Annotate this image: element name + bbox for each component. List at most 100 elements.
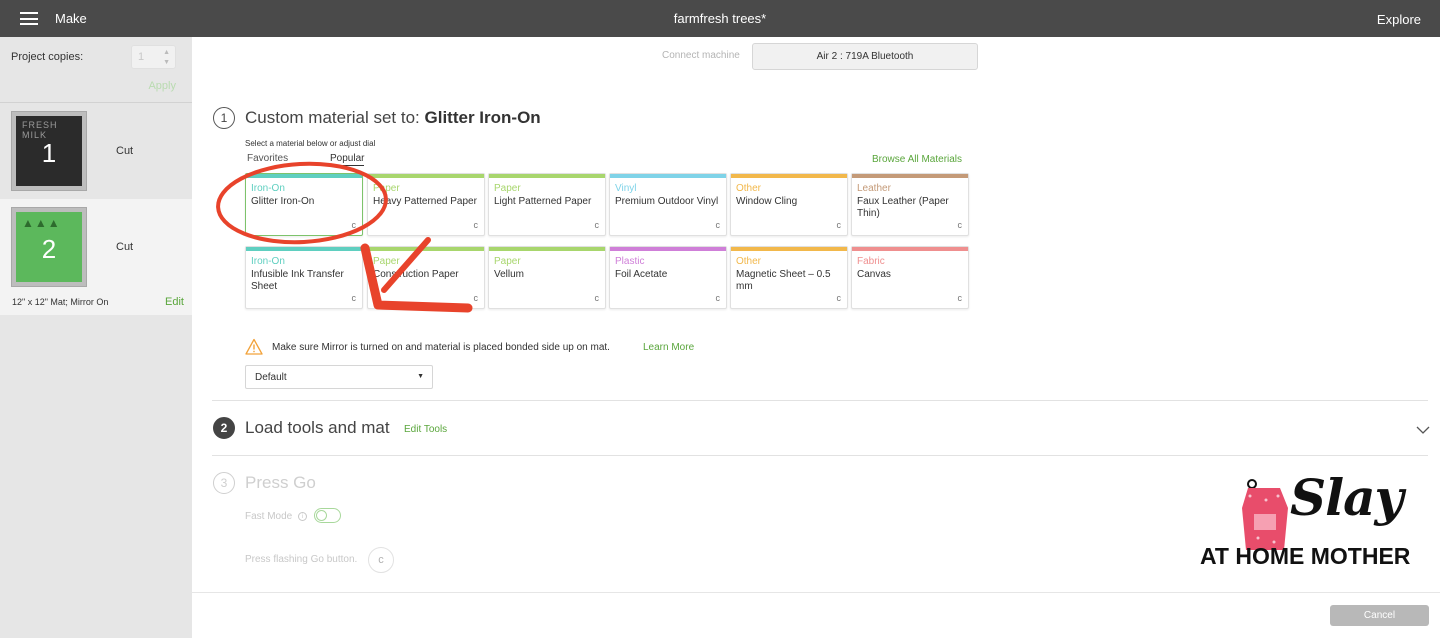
- material-hint: Select a material below or adjust dial: [245, 139, 376, 148]
- material-name: Premium Outdoor Vinyl: [615, 196, 719, 207]
- press-go-instruction: Press flashing Go button.: [245, 554, 358, 565]
- toggle-knob: [316, 510, 327, 521]
- chevron-down-icon[interactable]: [1416, 424, 1430, 436]
- cricut-material-icon: c: [957, 220, 963, 230]
- mat-edit-link[interactable]: Edit: [165, 296, 184, 308]
- material-name: Faux Leather (Paper Thin): [857, 196, 949, 219]
- material-category: Paper: [373, 183, 400, 194]
- material-category-bar: [731, 174, 847, 178]
- stepper-up-icon[interactable]: ▲: [163, 49, 170, 56]
- material-name: Heavy Patterned Paper: [373, 196, 477, 207]
- top-bar: Make farmfresh trees* Explore: [0, 0, 1440, 37]
- material-name: Magnetic Sheet – 0.5 mm: [736, 269, 831, 292]
- bottom-bar: [192, 592, 1440, 638]
- step-3-number: 3: [213, 472, 235, 494]
- step-2-title: Load tools and mat: [245, 418, 390, 437]
- cricut-material-icon: c: [594, 293, 600, 303]
- project-copies-stepper[interactable]: 1 ▲ ▼: [131, 45, 176, 69]
- material-category-bar: [246, 174, 362, 178]
- step-2-number: 2: [213, 417, 235, 439]
- cricut-material-icon: c: [351, 220, 357, 230]
- material-card[interactable]: Iron-On Infusible Ink Transfer Sheet c: [245, 246, 363, 309]
- stepper-down-icon[interactable]: ▼: [163, 59, 170, 66]
- material-category: Other: [736, 183, 762, 194]
- browse-all-materials-link[interactable]: Browse All Materials: [872, 154, 962, 165]
- mat-size-info: 12" x 12" Mat; Mirror On: [12, 297, 109, 307]
- material-card[interactable]: Paper Light Patterned Paper c: [488, 173, 606, 236]
- cricut-material-icon: c: [594, 220, 600, 230]
- project-copies-panel: Project copies: 1 ▲ ▼ Apply: [0, 37, 192, 103]
- connect-machine-label: Connect machine: [662, 50, 740, 61]
- mat-thumbnail: FRESH MILK 1: [11, 111, 87, 191]
- mat-item[interactable]: FRESH MILK 1 Cut: [0, 103, 192, 199]
- material-category: Plastic: [615, 256, 645, 267]
- cancel-button[interactable]: Cancel: [1330, 605, 1429, 626]
- material-category-bar: [610, 247, 726, 251]
- learn-more-link[interactable]: Learn More: [643, 342, 694, 353]
- material-category-bar: [731, 247, 847, 251]
- material-category: Leather: [857, 183, 891, 194]
- mat-preview-art: FRESH MILK: [22, 120, 58, 140]
- cricut-material-icon: c: [715, 293, 721, 303]
- material-card[interactable]: Other Magnetic Sheet – 0.5 mm c: [730, 246, 848, 309]
- step-3-title: Press Go: [245, 473, 316, 492]
- mat-preview-art: ▲▲▲: [22, 216, 61, 230]
- material-category-bar: [852, 247, 968, 251]
- machine-select[interactable]: Air 2 : 719A Bluetooth: [752, 43, 978, 70]
- section-divider: [212, 455, 1428, 456]
- cricut-material-icon: c: [351, 293, 357, 303]
- material-card[interactable]: Paper Vellum c: [488, 246, 606, 309]
- material-card[interactable]: Vinyl Premium Outdoor Vinyl c: [609, 173, 727, 236]
- step-1-title: Custom material set to: Glitter Iron-On: [245, 108, 541, 128]
- step-1-number: 1: [213, 107, 235, 129]
- material-category-bar: [610, 174, 726, 178]
- info-icon[interactable]: i: [298, 512, 307, 521]
- material-category: Paper: [373, 256, 400, 267]
- cricut-material-icon: c: [715, 220, 721, 230]
- material-card[interactable]: Leather Faux Leather (Paper Thin) c: [851, 173, 969, 236]
- mat-number: 2: [41, 234, 57, 264]
- tab-favorites[interactable]: Favorites: [247, 153, 288, 164]
- section-divider: [212, 400, 1428, 401]
- material-name: Light Patterned Paper: [494, 196, 592, 207]
- mat-thumbnail: ▲▲▲ 2: [11, 207, 87, 287]
- material-category: Fabric: [857, 256, 885, 267]
- step-1-title-prefix: Custom material set to:: [245, 108, 425, 127]
- material-card[interactable]: Iron-On Glitter Iron-On c: [245, 173, 363, 236]
- material-category-bar: [368, 247, 484, 251]
- project-copies-label: Project copies:: [11, 51, 84, 63]
- cricut-material-icon: c: [957, 293, 963, 303]
- cricut-go-icon: c: [368, 547, 394, 573]
- apply-button[interactable]: Apply: [148, 80, 176, 92]
- cricut-material-icon: c: [836, 220, 842, 230]
- logo-script-text: Slay: [1290, 468, 1404, 527]
- material-category-bar: [489, 247, 605, 251]
- chevron-down-icon: ▼: [417, 373, 424, 380]
- material-card[interactable]: Fabric Canvas c: [851, 246, 969, 309]
- tab-popular[interactable]: Popular: [330, 153, 365, 166]
- mat-number: 1: [41, 138, 57, 168]
- edit-tools-link[interactable]: Edit Tools: [404, 424, 447, 435]
- explore-button[interactable]: Explore: [1377, 12, 1421, 27]
- fast-mode-toggle[interactable]: [314, 508, 341, 523]
- material-name: Infusible Ink Transfer Sheet: [251, 269, 344, 292]
- material-card[interactable]: Paper Construction Paper c: [367, 246, 485, 309]
- material-category-bar: [368, 174, 484, 178]
- material-name: Construction Paper: [373, 269, 459, 280]
- warning-icon: [245, 338, 263, 355]
- material-name: Canvas: [857, 269, 891, 280]
- material-card[interactable]: Plastic Foil Acetate c: [609, 246, 727, 309]
- selected-material-name: Glitter Iron-On: [424, 108, 541, 127]
- mat-item[interactable]: ▲▲▲ 2 Cut 12" x 12" Mat; Mirror On Edit: [0, 199, 192, 315]
- pressure-select[interactable]: Default ▼: [245, 365, 433, 389]
- material-category: Paper: [494, 256, 521, 267]
- document-title: farmfresh trees*: [673, 11, 767, 26]
- material-card[interactable]: Other Window Cling c: [730, 173, 848, 236]
- logo-subtitle: AT HOME MOTHER: [1200, 543, 1411, 569]
- mat-action: Cut: [116, 241, 134, 253]
- mirror-warning-text: Make sure Mirror is turned on and materi…: [272, 342, 610, 353]
- material-card[interactable]: Paper Heavy Patterned Paper c: [367, 173, 485, 236]
- material-category-bar: [852, 174, 968, 178]
- mat-action: Cut: [116, 145, 134, 157]
- pressure-value: Default: [255, 372, 287, 383]
